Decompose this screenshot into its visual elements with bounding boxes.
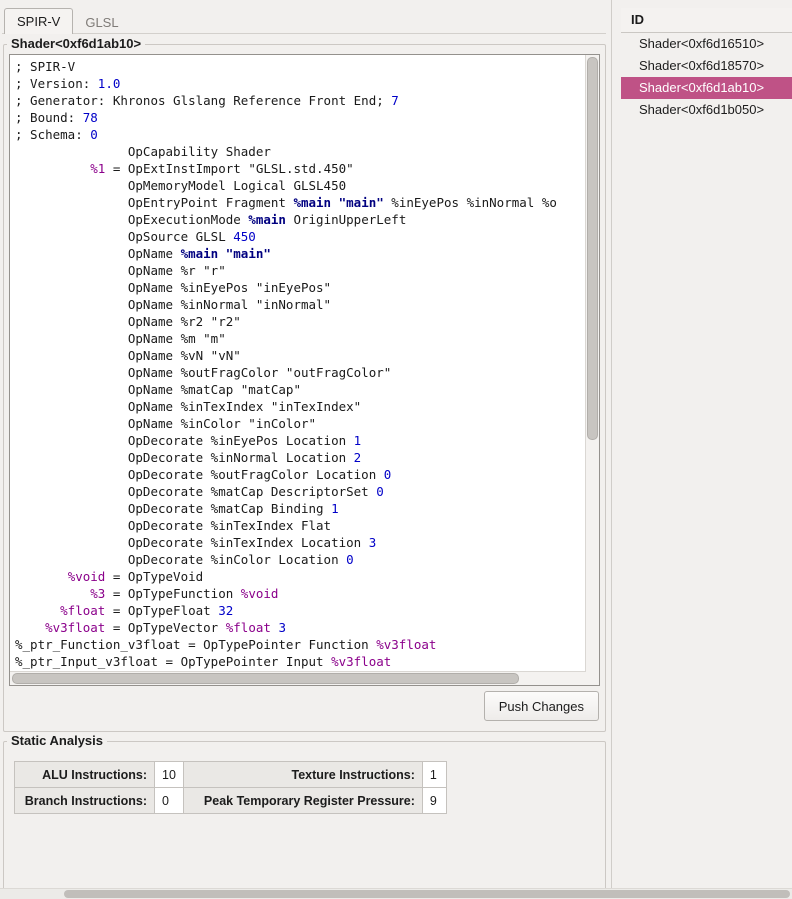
id-column-header[interactable]: ID <box>621 8 792 33</box>
code-line: OpName %main "main" <box>15 245 586 262</box>
code-line: %void = OpTypeVoid <box>15 568 586 585</box>
static-analysis-title: Static Analysis <box>7 733 107 748</box>
code-line: OpName %outFragColor "outFragColor" <box>15 364 586 381</box>
code-text[interactable]: ; SPIR-V; Version: 1.0; Generator: Khron… <box>10 55 586 672</box>
table-row: ALU Instructions: 10 Texture Instruction… <box>15 762 447 788</box>
code-line: %v3float = OpTypeVector %float 3 <box>15 619 586 636</box>
scrollbar-corner <box>586 672 599 685</box>
code-line: %1 = OpExtInstImport "GLSL.std.450" <box>15 160 586 177</box>
tab-spirv[interactable]: SPIR-V <box>4 8 73 34</box>
shader-id-item[interactable]: Shader<0xf6d16510> <box>621 33 792 55</box>
code-line: OpDecorate %inEyePos Location 1 <box>15 432 586 449</box>
code-line: OpDecorate %inColor Location 0 <box>15 551 586 568</box>
code-line: OpDecorate %inNormal Location 2 <box>15 449 586 466</box>
code-line: ; Generator: Khronos Glslang Reference F… <box>15 92 586 109</box>
code-line: OpDecorate %outFragColor Location 0 <box>15 466 586 483</box>
register-pressure-label: Peak Temporary Register Pressure: <box>183 788 422 814</box>
vertical-scrollbar-thumb[interactable] <box>587 57 598 440</box>
code-line: OpName %vN "vN" <box>15 347 586 364</box>
code-line: ; Bound: 78 <box>15 109 586 126</box>
code-line: OpName %inTexIndex "inTexIndex" <box>15 398 586 415</box>
editor-vertical-scrollbar[interactable] <box>585 55 599 672</box>
push-changes-button[interactable]: Push Changes <box>484 691 599 721</box>
code-line: %float = OpTypeFloat 32 <box>15 602 586 619</box>
code-line: OpName %inColor "inColor" <box>15 415 586 432</box>
tab-glsl[interactable]: GLSL <box>73 10 130 34</box>
code-line: OpName %r "r" <box>15 262 586 279</box>
code-line: OpCapability Shader <box>15 143 586 160</box>
window-scrollbar-thumb[interactable] <box>64 890 790 898</box>
shader-id-tree: ID Shader<0xf6d16510>Shader<0xf6d18570>S… <box>621 8 792 121</box>
shader-format-tabbar: SPIR-V GLSL <box>4 9 131 34</box>
spirv-code-editor[interactable]: ; SPIR-V; Version: 1.0; Generator: Khron… <box>9 54 600 686</box>
code-line: OpDecorate %matCap Binding 1 <box>15 500 586 517</box>
code-line: OpName %r2 "r2" <box>15 313 586 330</box>
branch-instructions-label: Branch Instructions: <box>15 788 155 814</box>
code-line: %_ptr_Function_v3float = OpTypePointer F… <box>15 636 586 653</box>
static-analysis-table: ALU Instructions: 10 Texture Instruction… <box>14 761 447 814</box>
code-line: ; Version: 1.0 <box>15 75 586 92</box>
horizontal-scrollbar-thumb[interactable] <box>12 673 519 684</box>
static-analysis-groupbox: Static Analysis ALU Instructions: 10 Tex… <box>3 741 606 892</box>
texture-instructions-label: Texture Instructions: <box>183 762 422 788</box>
texture-instructions-value: 1 <box>422 762 446 788</box>
code-line: OpName %inEyePos "inEyePos" <box>15 279 586 296</box>
code-line: %3 = OpTypeFunction %void <box>15 585 586 602</box>
code-line: OpDecorate %inTexIndex Flat <box>15 517 586 534</box>
code-line: OpExecutionMode %main OriginUpperLeft <box>15 211 586 228</box>
code-line: OpDecorate %inTexIndex Location 3 <box>15 534 586 551</box>
shader-groupbox-title: Shader<0xf6d1ab10> <box>7 36 145 51</box>
shader-id-item[interactable]: Shader<0xf6d1b050> <box>621 99 792 121</box>
shader-id-panel: ID Shader<0xf6d16510>Shader<0xf6d18570>S… <box>611 0 792 888</box>
shader-id-item[interactable]: Shader<0xf6d1ab10> <box>621 77 792 99</box>
code-line: OpName %inNormal "inNormal" <box>15 296 586 313</box>
code-line: OpMemoryModel Logical GLSL450 <box>15 177 586 194</box>
shader-id-list: Shader<0xf6d16510>Shader<0xf6d18570>Shad… <box>621 33 792 121</box>
alu-instructions-label: ALU Instructions: <box>15 762 155 788</box>
code-line: OpDecorate %matCap DescriptorSet 0 <box>15 483 586 500</box>
code-line: %_ptr_Input_v3float = OpTypePointer Inpu… <box>15 653 586 670</box>
code-line: OpEntryPoint Fragment %main "main" %inEy… <box>15 194 586 211</box>
code-line: OpSource GLSL 450 <box>15 228 586 245</box>
shader-viewer-panel: SPIR-V GLSL Shader<0xf6d1ab10> ; SPIR-V;… <box>0 0 608 888</box>
shader-id-item[interactable]: Shader<0xf6d18570> <box>621 55 792 77</box>
code-line: ; Schema: 0 <box>15 126 586 143</box>
shader-groupbox: Shader<0xf6d1ab10> ; SPIR-V; Version: 1.… <box>3 44 606 732</box>
table-row: Branch Instructions: 0 Peak Temporary Re… <box>15 788 447 814</box>
editor-horizontal-scrollbar[interactable] <box>10 671 586 685</box>
code-line: OpName %m "m" <box>15 330 586 347</box>
window-horizontal-scrollbar[interactable] <box>0 888 792 899</box>
alu-instructions-value: 10 <box>155 762 184 788</box>
register-pressure-value: 9 <box>422 788 446 814</box>
branch-instructions-value: 0 <box>155 788 184 814</box>
code-line: OpName %matCap "matCap" <box>15 381 586 398</box>
code-line: ; SPIR-V <box>15 58 586 75</box>
